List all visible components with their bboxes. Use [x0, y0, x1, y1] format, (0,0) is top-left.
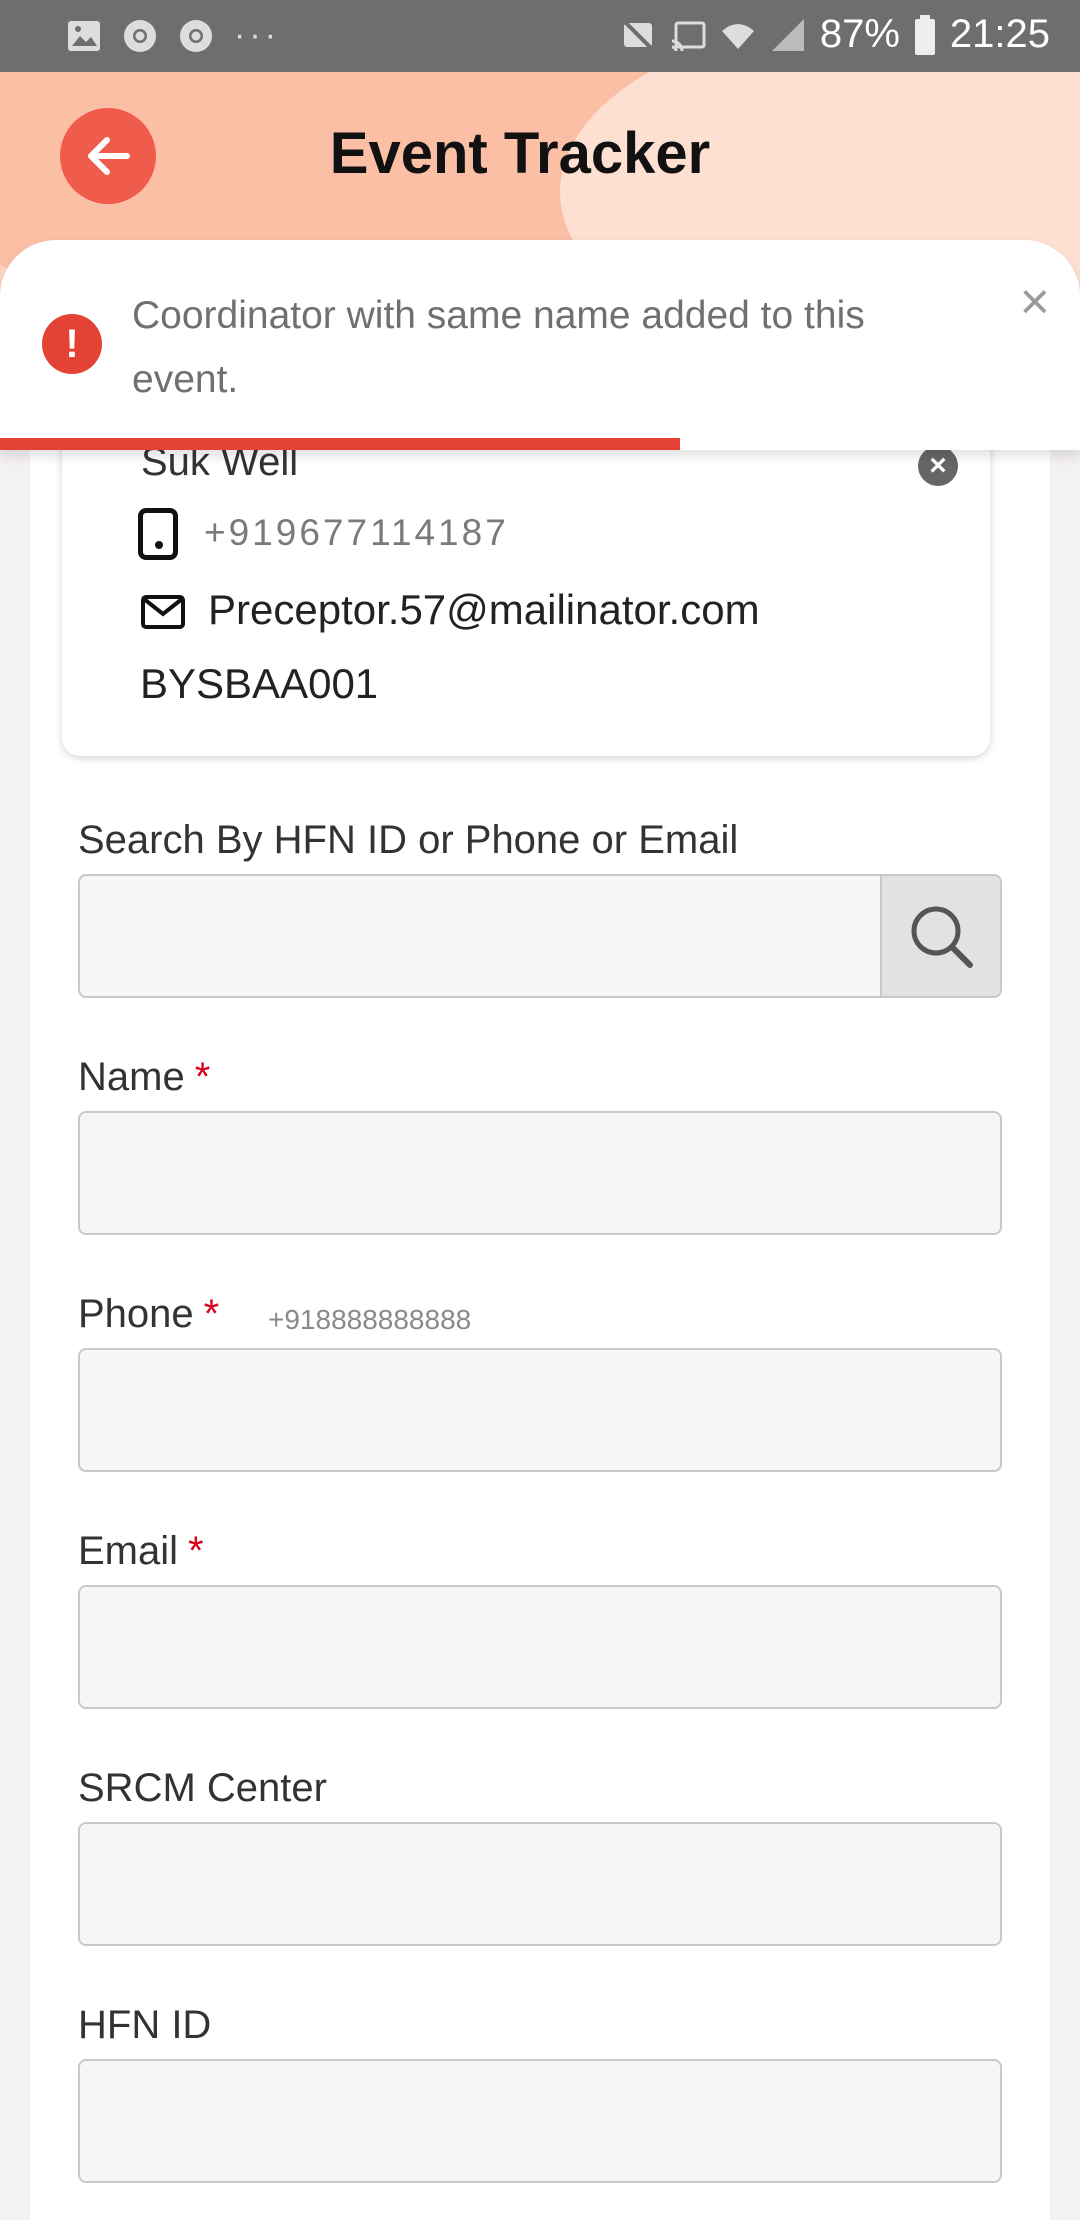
search-button[interactable]	[880, 876, 1000, 996]
required-marker: *	[188, 1529, 204, 1573]
status-right-icons: 87% 21:25	[620, 12, 1050, 57]
chrome-icon	[180, 19, 212, 52]
phone-hint: +918888888888	[268, 1304, 472, 1335]
status-left-icons: ···	[66, 16, 280, 55]
clock: 21:25	[949, 12, 1050, 56]
toast-message: Coordinator with same name added to this…	[132, 294, 865, 401]
coordinator-id: BYSBAA001	[140, 660, 379, 707]
required-marker: *	[203, 1292, 220, 1336]
email-field[interactable]	[78, 1585, 1002, 1709]
hfn-id-label: HFN ID	[78, 2003, 212, 2047]
hfn-id-field[interactable]	[78, 2059, 1002, 2183]
wifi-icon	[721, 23, 754, 49]
search-input[interactable]	[78, 874, 1002, 998]
more-dots-icon: ···	[234, 16, 280, 54]
cast-icon	[671, 21, 706, 51]
coordinator-email: Preceptor.57@mailinator.com	[208, 586, 760, 633]
toast-progress-bar	[0, 438, 681, 450]
phone-icon	[138, 508, 178, 560]
mail-icon	[141, 595, 185, 629]
screen: ··· 87% 21:25 Event Tracker Suk Well × +…	[0, 0, 1080, 2220]
search-icon	[911, 906, 973, 968]
status-bar: ··· 87% 21:25	[0, 0, 1080, 72]
battery-icon	[914, 14, 935, 55]
name-label: Name *	[78, 1055, 211, 1099]
phone-field[interactable]	[78, 1348, 1002, 1472]
chrome-icon	[124, 19, 156, 52]
srcm-center-field[interactable]	[78, 1822, 1002, 1946]
remove-coordinator-button[interactable]: ×	[918, 446, 958, 486]
coordinator-phone: +919677114187	[204, 512, 509, 553]
toast-close-button[interactable]: ×	[1020, 272, 1050, 332]
battery-percent: 87%	[819, 12, 900, 56]
page-title: Event Tracker	[329, 121, 711, 186]
name-field[interactable]	[78, 1111, 1002, 1235]
notifications-off-icon	[622, 19, 654, 50]
required-marker: *	[194, 1055, 211, 1099]
error-toast: ! Coordinator with same name added to th…	[0, 240, 1080, 450]
phone-label: Phone *	[78, 1292, 220, 1336]
email-label: Email *	[78, 1529, 204, 1573]
image-icon	[68, 20, 100, 51]
search-label: Search By HFN ID or Phone or Email	[78, 818, 739, 862]
error-icon: !	[42, 314, 102, 374]
close-circle-icon: ×	[929, 449, 947, 482]
signal-icon	[771, 18, 804, 51]
srcm-center-label: SRCM Center	[78, 1766, 327, 1810]
